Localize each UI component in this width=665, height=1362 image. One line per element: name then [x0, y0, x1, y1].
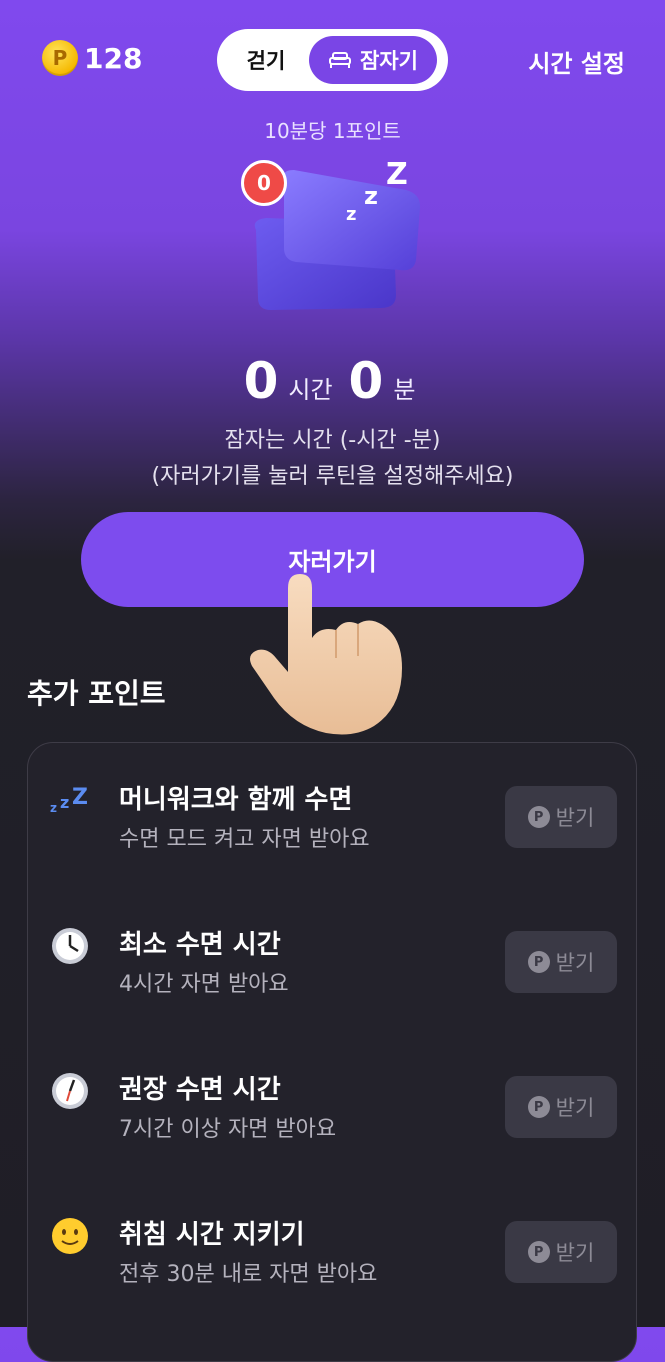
- clock-icon: [48, 1069, 92, 1113]
- svg-text:Z: Z: [386, 157, 408, 192]
- claim-button[interactable]: P 받기: [505, 786, 617, 848]
- timer-minutes-unit: 분: [393, 376, 416, 404]
- svg-text:z: z: [346, 204, 356, 225]
- mode-toggle: 걷기 잠자기: [217, 29, 448, 91]
- timer-hours-unit: 시간: [288, 376, 333, 404]
- reward-row-bedtime: 취침 시간 지키기 전후 30분 내로 자면 받아요 P 받기: [28, 1178, 638, 1298]
- reward-subtitle: 전후 30분 내로 자면 받아요: [119, 1262, 378, 1287]
- pointing-hand-icon: [250, 574, 402, 735]
- tab-sleep-label: 잠자기: [360, 49, 418, 73]
- bed-icon: [329, 52, 352, 68]
- reward-subtitle: 수면 모드 켜고 자면 받아요: [119, 827, 370, 852]
- claim-label: 받기: [555, 1096, 595, 1120]
- point-icon: P: [527, 1096, 550, 1118]
- clock-icon: [48, 924, 92, 968]
- claim-button[interactable]: P 받기: [505, 1221, 617, 1283]
- claim-label: 받기: [555, 1241, 595, 1265]
- sleep-time-info: 잠자는 시간 (-시간 -분): [224, 428, 441, 453]
- timer-minutes: 0: [348, 352, 384, 410]
- point-icon: P: [527, 1241, 550, 1263]
- section-title: 추가 포인트: [27, 677, 166, 710]
- reward-row-min-sleep: 최소 수면 시간 4시간 자면 받아요 P 받기: [28, 888, 638, 1008]
- claim-label: 받기: [555, 951, 595, 975]
- reward-row-recommended-sleep: 권장 수면 시간 7시간 이상 자면 받아요 P 받기: [28, 1033, 638, 1153]
- smiley-icon: [48, 1214, 92, 1258]
- points-value: 128: [84, 41, 143, 75]
- reward-title: 머니워크와 함께 수면: [119, 785, 353, 815]
- claim-label: 받기: [555, 806, 595, 830]
- points-display[interactable]: P 128: [42, 40, 142, 76]
- svg-text:Z: Z: [72, 786, 88, 810]
- tab-walk[interactable]: 걷기: [223, 45, 309, 75]
- svg-text:z: z: [50, 801, 57, 815]
- point-icon: P: [527, 951, 550, 973]
- claim-button[interactable]: P 받기: [505, 1076, 617, 1138]
- reward-title: 취침 시간 지키기: [119, 1220, 305, 1250]
- svg-text:z: z: [364, 182, 378, 210]
- svg-text:z: z: [60, 793, 69, 812]
- point-icon: P: [527, 806, 550, 828]
- tab-sleep[interactable]: 잠자기: [309, 36, 437, 84]
- reward-title: 권장 수면 시간: [119, 1075, 281, 1105]
- sleep-timer: 0 시간 0 분: [0, 352, 665, 410]
- rewards-card: z z Z 머니워크와 함께 수면 수면 모드 켜고 자면 받아요 P 받기 최…: [27, 742, 637, 1362]
- reward-subtitle: 7시간 이상 자면 받아요: [119, 1117, 337, 1142]
- coin-icon: P: [42, 40, 78, 76]
- claim-button[interactable]: P 받기: [505, 931, 617, 993]
- routine-hint: (자러가기를 눌러 루틴을 설정해주세요): [151, 464, 514, 489]
- reward-row-sleep-with-app: z z Z 머니워크와 함께 수면 수면 모드 켜고 자면 받아요 P 받기: [28, 743, 638, 863]
- timer-hours: 0: [243, 352, 279, 410]
- zzz-icon: z z Z: [48, 779, 92, 823]
- time-setting-link[interactable]: 시간 설정: [528, 44, 625, 79]
- rate-label: 10분당 1포인트: [264, 119, 401, 143]
- reward-title: 최소 수면 시간: [119, 930, 281, 960]
- reward-subtitle: 4시간 자면 받아요: [119, 972, 289, 997]
- sleep-count-badge: 0: [241, 160, 287, 206]
